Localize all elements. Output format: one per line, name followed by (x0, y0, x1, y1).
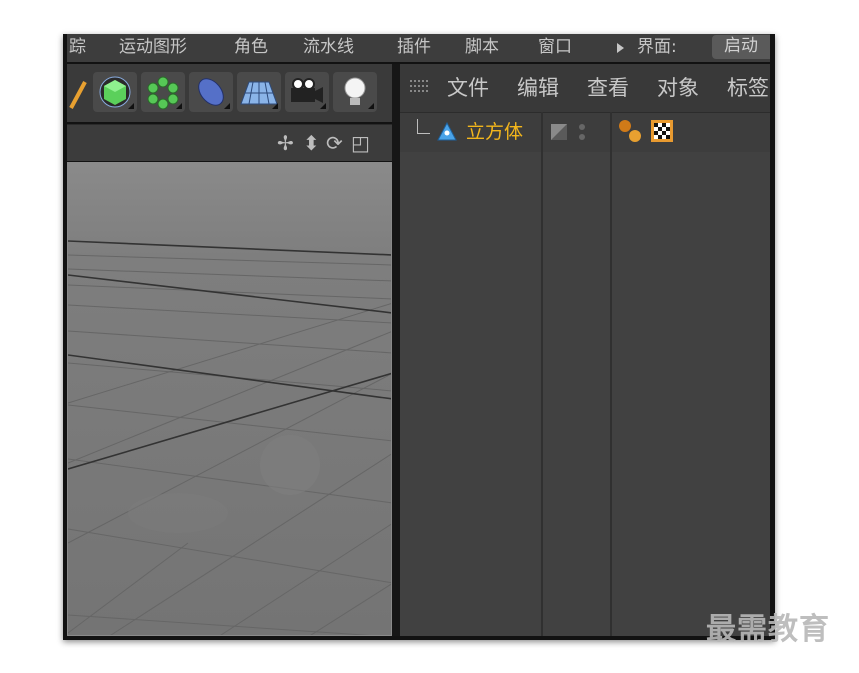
panel-splitter[interactable] (392, 64, 400, 636)
column-divider (541, 112, 543, 636)
texture-tag-icon[interactable] (651, 120, 673, 142)
cloner-icon[interactable] (141, 72, 185, 112)
om-menu-view[interactable]: 查看 (587, 76, 629, 100)
viewport-header: ✢ ⬍ ⟳ ◰ (67, 124, 392, 161)
om-menu-objects[interactable]: 对象 (657, 76, 699, 100)
object-list-body[interactable] (400, 152, 770, 636)
menu-tracking[interactable]: 踪 (69, 37, 86, 57)
layout-dropdown[interactable]: 启动 (712, 35, 770, 59)
layer-icon[interactable] (551, 124, 567, 140)
maximize-icon[interactable]: ◰ (351, 133, 370, 153)
floor-grid (68, 163, 391, 635)
menu-script[interactable]: 脚本 (465, 37, 499, 57)
om-menu-file[interactable]: 文件 (447, 76, 489, 100)
watermark: 最需教育 (706, 612, 830, 647)
perspective-viewport[interactable] (67, 162, 392, 636)
cube-primitive-icon (436, 121, 458, 147)
menu-mograph[interactable]: 运动图形 (119, 37, 187, 57)
object-name-cube[interactable]: 立方体 (466, 120, 523, 144)
grip-icon[interactable] (410, 78, 432, 98)
menu-pipeline[interactable]: 流水线 (303, 37, 354, 57)
tree-connector (417, 119, 430, 134)
object-manager-menubar: 文件 编辑 查看 对象 标签 (400, 64, 770, 112)
floor-icon[interactable] (237, 72, 281, 112)
om-menu-tags[interactable]: 标签 (727, 76, 769, 100)
deformer-icon[interactable] (189, 72, 233, 112)
main-menubar: 踪 运动图形 角色 流水线 插件 脚本 窗口 界面: 启动 (67, 34, 770, 62)
move-icon[interactable]: ✢ (277, 133, 294, 153)
cube-object-icon[interactable] (93, 72, 137, 112)
light-icon[interactable] (333, 72, 377, 112)
menu-character[interactable]: 角色 (234, 37, 268, 57)
command-toolbar (67, 64, 392, 122)
pan-icon[interactable]: ⬍ (303, 133, 320, 153)
camera-icon[interactable] (285, 72, 329, 112)
layout-label: 界面: (637, 37, 677, 57)
menu-arrow-icon (617, 43, 624, 53)
cropped-tool-icon[interactable] (67, 72, 89, 112)
rotate-icon[interactable]: ⟳ (326, 133, 343, 153)
column-divider (610, 112, 612, 636)
menu-plugins[interactable]: 插件 (397, 37, 431, 57)
material-tag-icon[interactable] (617, 118, 643, 148)
visibility-dots-icon[interactable] (578, 122, 586, 146)
menu-window[interactable]: 窗口 (538, 37, 572, 57)
om-menu-edit[interactable]: 编辑 (517, 76, 559, 100)
